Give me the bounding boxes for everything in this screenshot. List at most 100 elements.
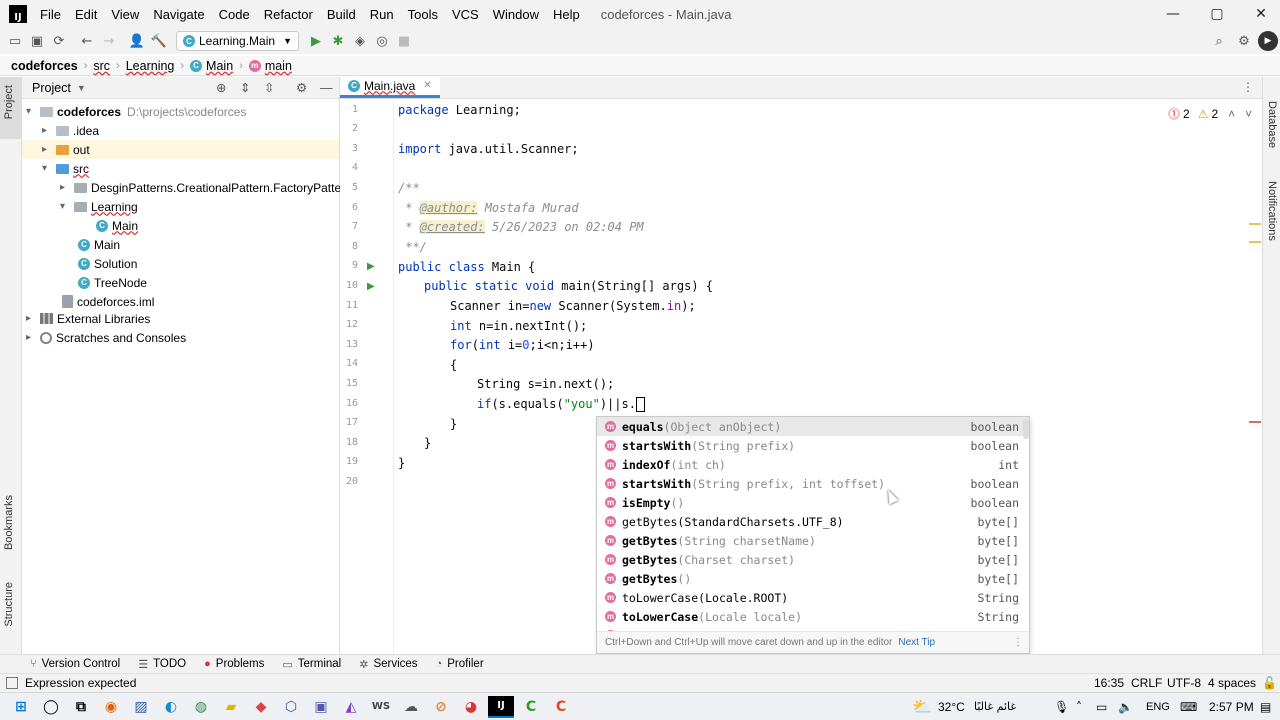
input-language[interactable]: ENG: [1146, 701, 1170, 713]
breadcrumb-main-method[interactable]: m main: [248, 59, 292, 73]
tree-item-src[interactable]: ▾ src: [42, 159, 89, 178]
line-separator[interactable]: CRLF: [1131, 676, 1162, 690]
webstorm-icon[interactable]: WS: [368, 696, 394, 718]
locate-target-icon[interactable]: ⊕: [216, 80, 226, 95]
search-icon[interactable]: ⌕: [1208, 30, 1230, 52]
temperature[interactable]: 32°C: [938, 700, 965, 714]
database-tool-label[interactable]: Database: [1266, 101, 1278, 148]
vcs-user-icon[interactable]: 👤: [126, 30, 148, 52]
tree-item-scratches[interactable]: ▸ Scratches and Consoles: [26, 328, 186, 347]
breadcrumb-main-class[interactable]: C Main: [190, 59, 233, 73]
build-hammer-icon[interactable]: 🔨: [148, 30, 170, 52]
menu-tools[interactable]: Tools: [401, 7, 445, 22]
firefox-icon[interactable]: ◉: [98, 696, 124, 718]
more-options-icon[interactable]: ⋮: [1013, 637, 1023, 648]
hide-panel-icon[interactable]: —: [320, 81, 333, 95]
tree-item-external-libraries[interactable]: ▸ External Libraries: [26, 309, 150, 328]
tab-terminal[interactable]: ▭ Terminal: [282, 658, 341, 671]
more-tabs-icon[interactable]: ⋮: [1242, 80, 1254, 94]
menu-view[interactable]: View: [104, 7, 146, 22]
tab-main-java[interactable]: C Main.java ✕: [340, 76, 440, 98]
menu-edit[interactable]: Edit: [68, 7, 104, 22]
intellij-logo-icon[interactable]: IJ: [9, 5, 27, 23]
open-folder-icon[interactable]: ▭: [4, 30, 26, 52]
completion-item[interactable]: m indexOf (int ch) int: [597, 455, 1029, 474]
close-window-button[interactable]: ✕: [1238, 0, 1280, 28]
settings-gear-icon[interactable]: ⚙: [1233, 30, 1255, 52]
completion-item[interactable]: m toLowerCase (Locale.ROOT) String: [597, 588, 1029, 607]
project-panel-title[interactable]: Project: [32, 81, 71, 95]
menu-file[interactable]: File: [33, 7, 68, 22]
menu-code[interactable]: Code: [212, 7, 257, 22]
previous-highlight-icon[interactable]: ˄: [1228, 107, 1235, 121]
run-class-gutter-icon[interactable]: ▶: [367, 261, 375, 272]
windows-start-icon[interactable]: ⊞: [8, 696, 34, 718]
options-gear-icon[interactable]: ⚙: [296, 80, 307, 95]
visual-studio-icon[interactable]: ◭: [338, 696, 364, 718]
warning-stripe-marker[interactable]: [1249, 241, 1261, 243]
clock[interactable]: 2:57 PM: [1209, 700, 1254, 714]
menu-refactor[interactable]: Refactor: [257, 7, 320, 22]
project-tool-label[interactable]: Project: [3, 85, 15, 119]
search-icon[interactable]: ◯: [38, 696, 64, 718]
chrome-icon[interactable]: ◕: [458, 696, 484, 718]
app-icon[interactable]: ⬡: [278, 696, 304, 718]
run-icon[interactable]: ▶: [305, 30, 327, 52]
forward-arrow-icon[interactable]: →: [98, 30, 120, 52]
back-arrow-icon[interactable]: ←: [76, 30, 98, 52]
close-tab-icon[interactable]: ✕: [423, 80, 431, 91]
inspection-widget[interactable]: ⓵ 2 ⚠ 2 ˄ ˅: [1168, 105, 1252, 122]
tree-item-idea[interactable]: ▸ .idea: [42, 121, 99, 140]
intellij-taskbar-icon[interactable]: IJ: [488, 695, 514, 718]
tab-problems[interactable]: ● Problems: [204, 658, 264, 670]
tree-item-out[interactable]: ▸ out: [22, 140, 339, 159]
completion-item[interactable]: m getBytes (Charset charset) byte[]: [597, 550, 1029, 569]
minimize-button[interactable]: —: [1150, 0, 1196, 28]
error-stripe-marker[interactable]: [1249, 421, 1261, 423]
run-method-gutter-icon[interactable]: ▶: [367, 281, 375, 292]
stop-icon[interactable]: ■: [393, 30, 415, 52]
coverage-icon[interactable]: ◈: [349, 30, 371, 52]
completion-item[interactable]: m toLowerCase (Locale locale) String: [597, 607, 1029, 626]
completion-item[interactable]: m isEmpty() boolean: [597, 493, 1029, 512]
jetbrains-logo-icon[interactable]: ▶: [1258, 31, 1278, 51]
file-encoding[interactable]: UTF-8: [1167, 676, 1201, 690]
teams-icon[interactable]: ▣: [308, 696, 334, 718]
completion-item[interactable]: m equals (Object anObject) boolean: [597, 417, 1029, 436]
menu-build[interactable]: Build: [320, 7, 363, 22]
app-icon[interactable]: ▨: [128, 696, 154, 718]
next-highlight-icon[interactable]: ˅: [1245, 107, 1252, 121]
breadcrumb-learning[interactable]: Learning: [126, 59, 175, 73]
maximize-button[interactable]: ▢: [1194, 0, 1240, 28]
menu-window[interactable]: Window: [486, 7, 546, 22]
tree-item-learning-main[interactable]: C Main: [96, 216, 138, 235]
tree-item-codeforces[interactable]: ▾ codeforces D:\projects\codeforces: [26, 102, 246, 121]
volume-icon[interactable]: 🔈: [1118, 700, 1133, 714]
task-view-icon[interactable]: ⧉: [68, 696, 94, 718]
completion-item[interactable]: m getBytes (String charsetName) byte[]: [597, 531, 1029, 550]
toggle-tool-windows-icon[interactable]: [6, 677, 18, 689]
chevron-down-icon[interactable]: ▼: [77, 83, 86, 93]
indent-setting[interactable]: 4 spaces: [1208, 676, 1256, 690]
menu-help[interactable]: Help: [546, 7, 587, 22]
app-icon[interactable]: C: [548, 696, 574, 718]
edge-icon[interactable]: ◐: [158, 696, 184, 718]
app-icon[interactable]: ⊘: [428, 696, 454, 718]
tab-profiler[interactable]: ◔ Profiler: [436, 658, 484, 670]
next-tip-link[interactable]: Next Tip: [898, 637, 935, 648]
structure-tool-label[interactable]: Structure: [3, 582, 15, 627]
collapse-all-icon[interactable]: ⇳: [264, 80, 274, 95]
completion-item[interactable]: m startsWith (String prefix, int toffset) b…: [597, 474, 1029, 493]
tab-todo[interactable]: ☰ TODO: [138, 658, 186, 671]
app-icon[interactable]: ☁: [398, 696, 424, 718]
tree-item-main[interactable]: C Main: [78, 235, 120, 254]
app-icon[interactable]: C: [518, 696, 544, 718]
tree-item-learning[interactable]: ▾ Learning: [60, 197, 138, 216]
completion-item[interactable]: m getBytes (StandardCharsets.UTF_8) byte[]: [597, 512, 1029, 531]
caret-position[interactable]: 16:35: [1094, 676, 1124, 690]
popup-scrollbar[interactable]: [1023, 419, 1029, 439]
tree-item-treenode[interactable]: C TreeNode: [78, 273, 147, 292]
network-icon[interactable]: ▭: [1096, 700, 1107, 714]
sync-icon[interactable]: ⟳: [48, 30, 70, 52]
profile-icon[interactable]: ◎: [371, 30, 393, 52]
